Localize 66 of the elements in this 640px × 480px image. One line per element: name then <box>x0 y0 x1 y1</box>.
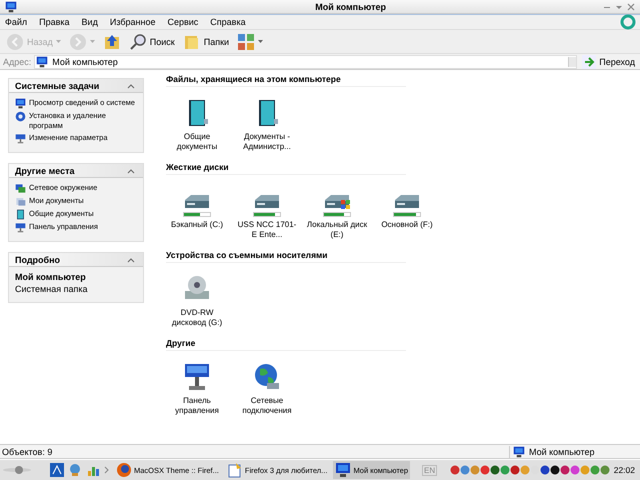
close-icon[interactable] <box>626 2 636 12</box>
arrow-icon <box>582 54 596 68</box>
views-icon <box>237 32 256 50</box>
group-heading: Файлы, хранящиеся на этом компьютере <box>166 74 406 87</box>
panel-header[interactable]: Другие места <box>9 164 143 178</box>
disk-usage-bar <box>253 212 281 217</box>
address-label: Адрес: <box>3 56 32 66</box>
item-label[interactable]: Локальный диск (E:) <box>306 220 368 240</box>
tray-icons-drawing[interactable] <box>450 463 610 477</box>
app-icon[interactable] <box>50 463 64 477</box>
menu-item[interactable]: Избранное <box>108 17 156 27</box>
monitor-icon <box>35 56 50 68</box>
firefox-icon <box>116 462 132 478</box>
caret-icon <box>90 40 95 44</box>
menu-item[interactable]: Файл <box>4 17 28 27</box>
network-icon <box>15 183 26 194</box>
folder-up-icon <box>102 32 121 50</box>
ring-logo-icon <box>620 14 636 30</box>
menu-item[interactable]: Сервис <box>166 17 200 27</box>
item-label[interactable]: Панель управления <box>166 396 228 416</box>
status-location: Мой компьютер <box>529 446 595 456</box>
item-label[interactable]: Основной (F:) <box>381 220 433 230</box>
menu-item[interactable]: Вид <box>80 17 99 27</box>
item-label[interactable]: Бэкапный (C:) <box>171 220 223 230</box>
details-type: Системная папка <box>15 284 88 294</box>
monitor-icon <box>15 98 26 109</box>
group-heading: Жесткие диски <box>166 162 406 175</box>
disk-usage-bar <box>323 212 351 217</box>
go-button[interactable]: Переход <box>580 54 637 68</box>
window-title: Мой компьютер <box>314 2 387 12</box>
menu-item[interactable]: Справка <box>209 17 247 27</box>
panel-header[interactable]: Системные задачи <box>9 79 143 93</box>
clock: 22:02 <box>614 465 635 475</box>
disk-usage-bar <box>183 212 211 217</box>
group-heading: Другие <box>166 338 406 351</box>
group-heading: Устройства со съемными носителями <box>166 250 406 263</box>
folders-button[interactable]: Папки <box>180 32 232 52</box>
collapse-icon[interactable] <box>127 82 135 88</box>
disc-icon <box>15 111 26 122</box>
address-field[interactable]: Мой компьютер <box>34 54 578 68</box>
control-panel-icon <box>15 133 26 144</box>
notepad-icon <box>226 462 243 478</box>
item-label[interactable]: Общие документы <box>166 132 228 152</box>
object-count: Объектов: 9 <box>2 446 54 456</box>
menu-item[interactable]: Правка <box>38 17 71 27</box>
item-label[interactable]: Документы - Администр... <box>236 132 298 152</box>
monitor-icon <box>512 446 526 458</box>
caret-icon <box>56 40 61 44</box>
control-panel-icon <box>15 222 26 233</box>
panel-header[interactable]: Подробно <box>9 253 143 267</box>
chevron-icon[interactable] <box>104 466 110 474</box>
item-label[interactable]: Сетевые подключения <box>236 396 298 416</box>
collapse-icon[interactable] <box>127 168 135 174</box>
search-icon <box>128 32 147 50</box>
collapse-icon[interactable] <box>127 256 135 262</box>
disk-usage-bar <box>393 212 421 217</box>
monitor-icon <box>4 0 18 12</box>
monitor-icon <box>335 462 352 478</box>
book-icon <box>15 209 26 220</box>
caret-icon <box>258 40 264 44</box>
search-button[interactable]: Поиск <box>126 32 178 52</box>
item-label[interactable]: DVD-RW дисковод (G:) <box>166 308 228 328</box>
documents-icon <box>15 196 26 207</box>
start-orb-icon[interactable] <box>2 464 32 476</box>
item-label[interactable]: USS NCC 1701-E Ente... <box>236 220 298 240</box>
details-name: Мой компьютер <box>15 272 87 282</box>
